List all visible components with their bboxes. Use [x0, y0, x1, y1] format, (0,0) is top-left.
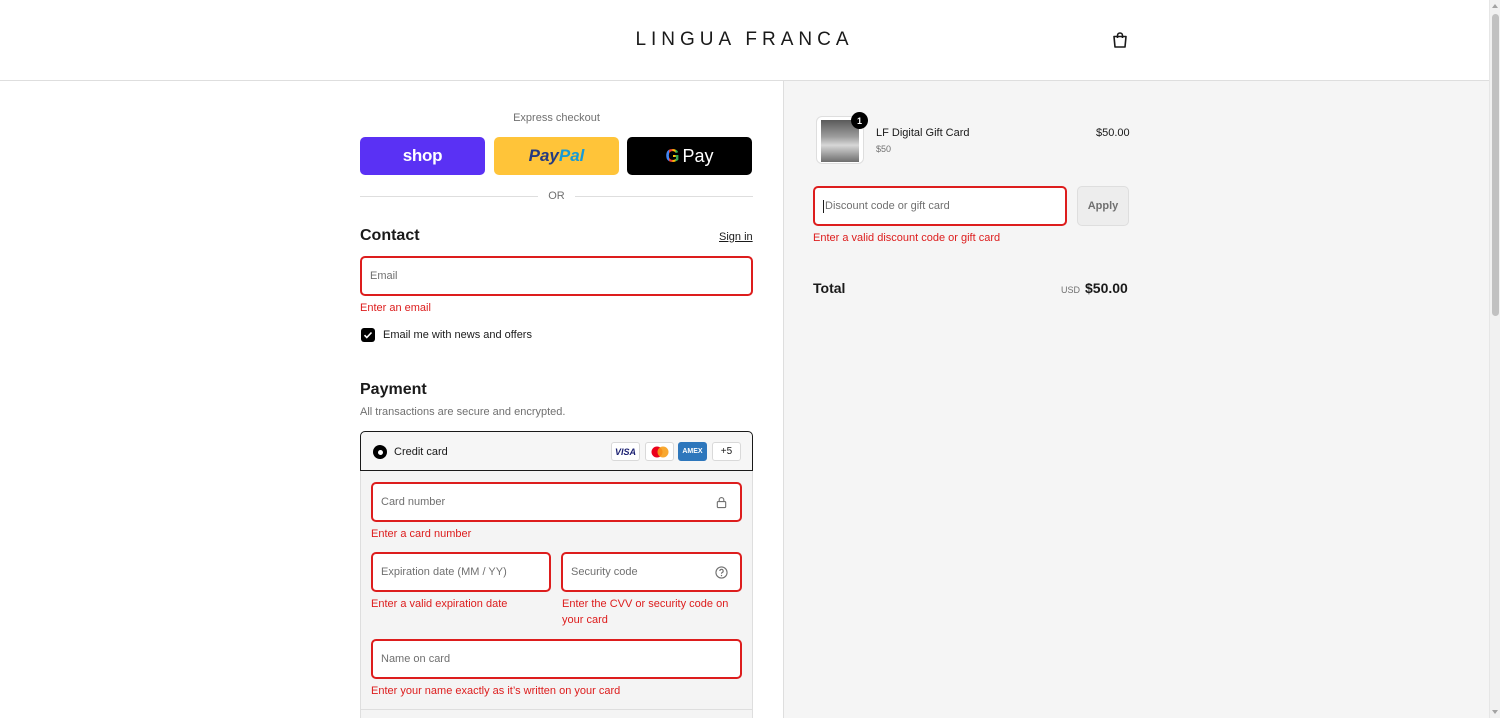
- name-on-card-field[interactable]: Name on card: [371, 639, 742, 679]
- google-g-icon: G: [665, 145, 680, 166]
- mastercard-icon: [645, 442, 674, 461]
- scrollbar-thumb: [1492, 14, 1499, 316]
- visa-icon: VISA: [611, 442, 640, 461]
- total-currency: USD: [1061, 285, 1081, 295]
- product-name: LF Digital Gift Card: [876, 127, 970, 139]
- sign-in-link[interactable]: Sign in: [719, 231, 753, 243]
- shopping-bag-icon[interactable]: [1110, 30, 1130, 50]
- total-value: $50.00: [1085, 280, 1128, 296]
- credit-card-option[interactable]: Credit card VISA AMEX +5: [360, 431, 753, 471]
- order-summary-pane: [783, 81, 1489, 718]
- amex-icon: AMEX: [678, 442, 707, 461]
- card-number-field[interactable]: Card number: [371, 482, 742, 522]
- shop-pay-button[interactable]: shop: [360, 137, 485, 175]
- expiry-field[interactable]: Expiration date (MM / YY): [371, 552, 551, 592]
- brand-logo[interactable]: LINGUA FRANCA: [0, 29, 1489, 51]
- help-circle-icon: [715, 566, 728, 579]
- apply-discount-button[interactable]: Apply: [1077, 186, 1129, 226]
- expiry-error: Enter a valid expiration date: [371, 598, 508, 610]
- site-header: LINGUA FRANCA: [0, 0, 1489, 81]
- newsletter-label: Email me with news and offers: [383, 329, 532, 341]
- email-error: Enter an email: [360, 302, 431, 314]
- quantity-badge: 1: [851, 112, 868, 129]
- lock-icon: [716, 497, 727, 509]
- discount-error: Enter a valid discount code or gift card: [813, 232, 1001, 244]
- security-code-field[interactable]: Security code: [561, 552, 742, 592]
- credit-card-label: Credit card: [394, 446, 448, 458]
- or-divider: OR: [360, 190, 753, 204]
- total-label: Total: [813, 280, 846, 296]
- name-on-card-error: Enter your name exactly as it’s written …: [371, 685, 621, 697]
- payment-subtitle: All transactions are secure and encrypte…: [360, 406, 566, 418]
- contact-title: Contact: [360, 227, 420, 244]
- security-code-error: Enter the CVV or security code on your c…: [562, 598, 729, 626]
- newsletter-checkbox[interactable]: [361, 328, 375, 342]
- scroll-up-arrow-icon: [1492, 4, 1498, 8]
- product-variant: $50: [876, 144, 892, 154]
- scroll-down-arrow-icon: [1492, 710, 1498, 714]
- google-pay-button[interactable]: G Pay: [627, 137, 752, 175]
- express-checkout-title: Express checkout: [513, 112, 600, 124]
- discount-code-input[interactable]: Discount code or gift card: [813, 186, 1067, 226]
- more-cards-badge: +5: [712, 442, 741, 461]
- email-field[interactable]: Email: [360, 256, 753, 296]
- check-icon: [363, 331, 373, 339]
- payment-title: Payment: [360, 381, 427, 398]
- card-number-error: Enter a card number: [371, 528, 472, 540]
- credit-card-radio[interactable]: [373, 445, 387, 459]
- product-price: $50.00: [1096, 127, 1130, 139]
- paypal-button[interactable]: Pay Pal: [494, 137, 619, 175]
- page-scrollbar[interactable]: [1489, 0, 1500, 718]
